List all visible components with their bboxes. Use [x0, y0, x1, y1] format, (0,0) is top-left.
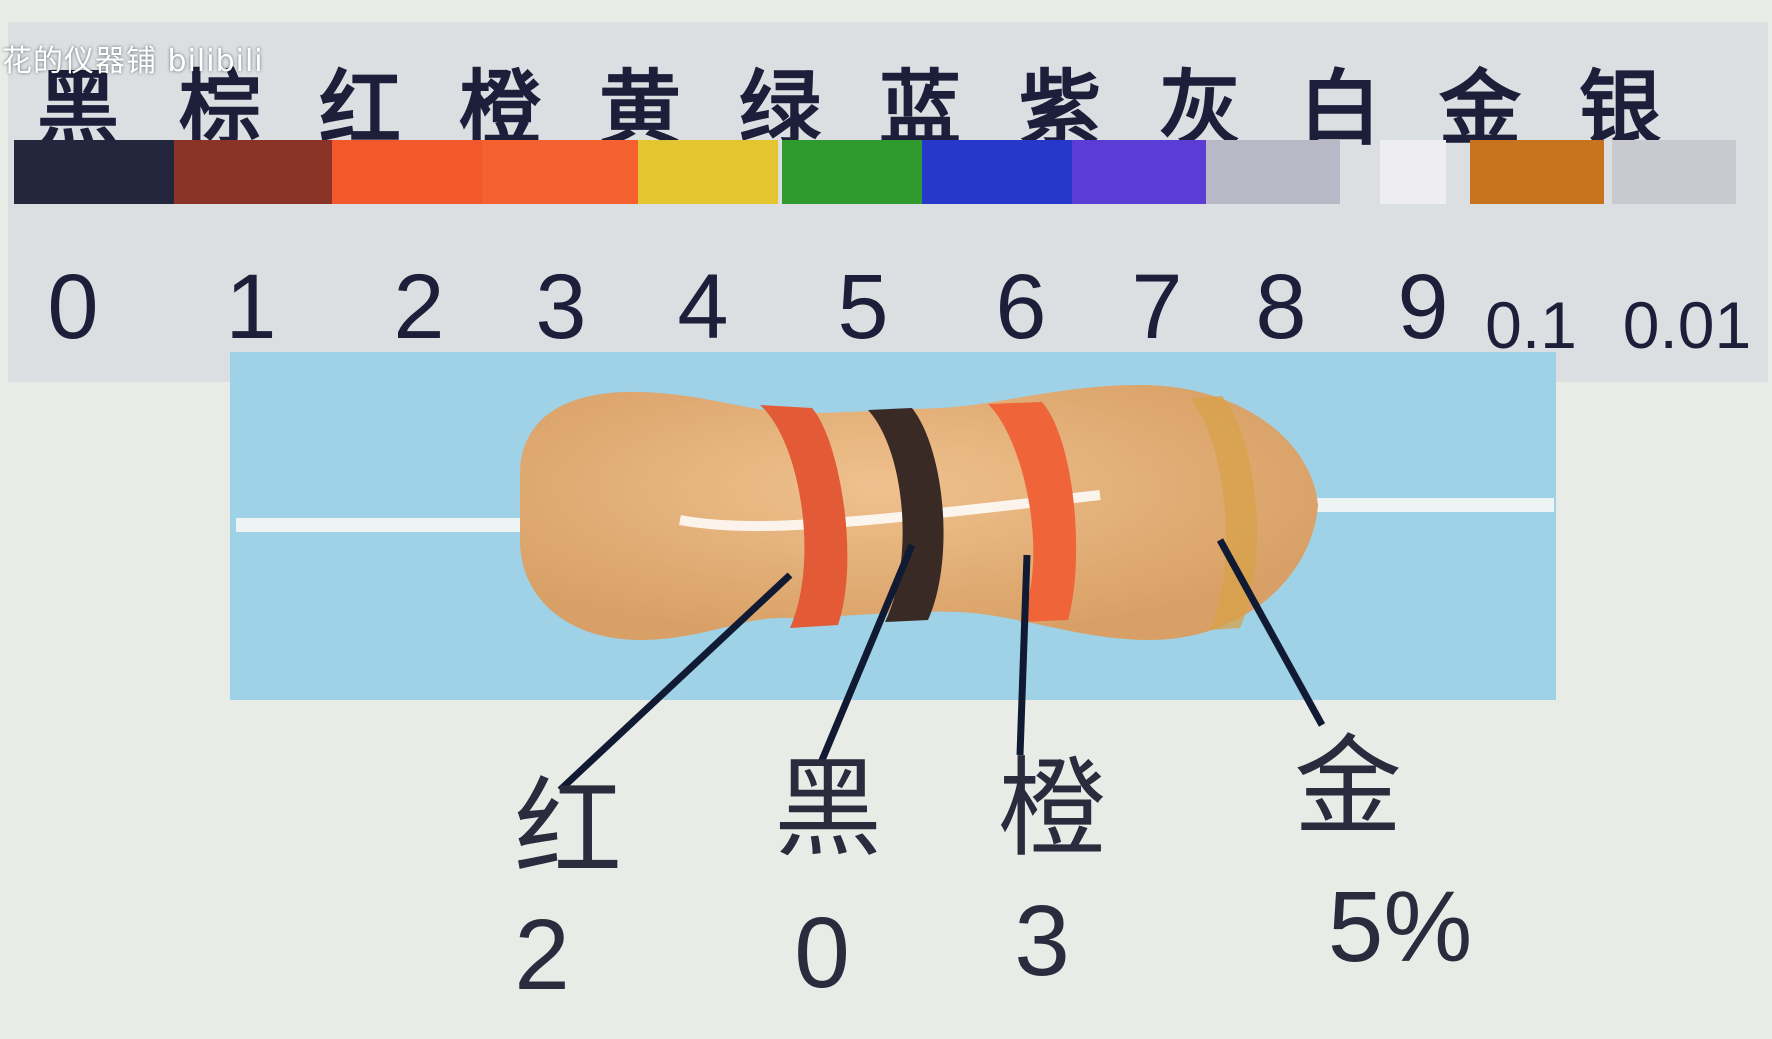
band-label-red: 红: [513, 767, 622, 892]
resistor-illustration: [230, 352, 1556, 793]
band-value-black: 0: [794, 897, 850, 1009]
watermark-text: 花的仪器铺 bilibili: [2, 44, 264, 79]
band-label-orange: 橙: [997, 747, 1106, 872]
band-label-gold: 金: [1293, 725, 1402, 850]
band-value-orange: 3: [1014, 885, 1070, 997]
band-value-red: 2: [514, 899, 570, 1011]
band-value-gold: 5%: [1327, 871, 1473, 983]
band-label-black: 黑: [773, 747, 882, 872]
